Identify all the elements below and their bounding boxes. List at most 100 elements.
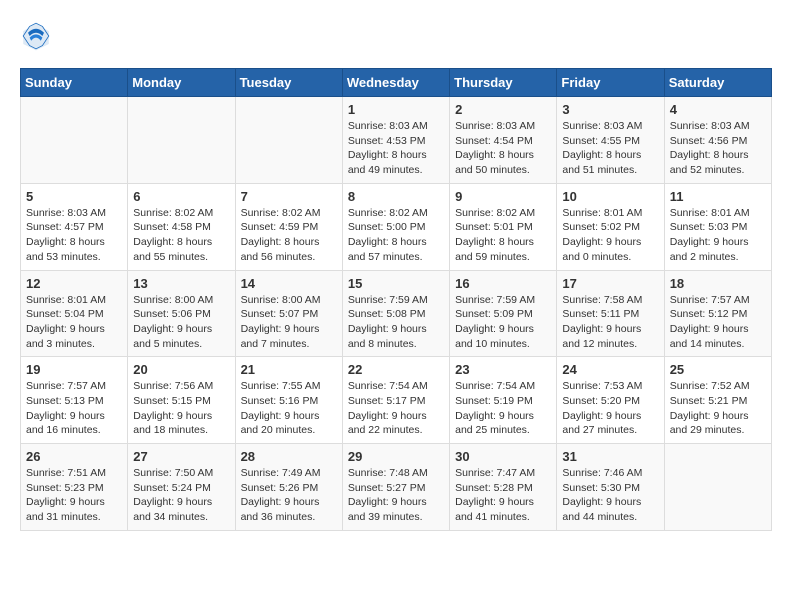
cell-content: Sunrise: 7:47 AM Sunset: 5:28 PM Dayligh… <box>455 466 551 525</box>
calendar-cell: 3 Sunrise: 8:03 AM Sunset: 4:55 PM Daylig… <box>557 97 664 184</box>
cell-content: Sunrise: 8:02 AM Sunset: 5:00 PM Dayligh… <box>348 206 444 265</box>
calendar-cell: 26Sunrise: 7:51 AM Sunset: 5:23 PM Dayli… <box>21 444 128 531</box>
calendar-cell: 11 Sunrise: 8:01 AM Sunset: 5:03 PM Dayli… <box>664 183 771 270</box>
day-number: 10 <box>562 189 658 204</box>
calendar-header-row: SundayMondayTuesdayWednesdayThursdayFrid… <box>21 69 772 97</box>
day-header-wednesday: Wednesday <box>342 69 449 97</box>
day-number: 21 <box>241 362 337 377</box>
cell-content: Sunrise: 7:46 AM Sunset: 5:30 PM Dayligh… <box>562 466 658 525</box>
calendar-cell: 31 Sunrise: 7:46 AM Sunset: 5:30 PM Dayli… <box>557 444 664 531</box>
day-number: 28 <box>241 449 337 464</box>
calendar-week-row: 12 Sunrise: 8:01 AM Sunset: 5:04 PM Dayli… <box>21 270 772 357</box>
day-number: 27 <box>133 449 229 464</box>
day-number: 13 <box>133 276 229 291</box>
logo-icon <box>20 20 52 52</box>
day-number: 7 <box>241 189 337 204</box>
calendar-cell: 18 Sunrise: 7:57 AM Sunset: 5:12 PM Dayli… <box>664 270 771 357</box>
calendar-cell: 12 Sunrise: 8:01 AM Sunset: 5:04 PM Dayli… <box>21 270 128 357</box>
calendar-cell: 10 Sunrise: 8:01 AM Sunset: 5:02 PM Dayli… <box>557 183 664 270</box>
day-number: 9 <box>455 189 551 204</box>
day-number: 15 <box>348 276 444 291</box>
calendar-cell: 13Sunrise: 8:00 AM Sunset: 5:06 PM Dayli… <box>128 270 235 357</box>
calendar-week-row: 26Sunrise: 7:51 AM Sunset: 5:23 PM Dayli… <box>21 444 772 531</box>
calendar-cell: 6 Sunrise: 8:02 AM Sunset: 4:58 PM Daylig… <box>128 183 235 270</box>
calendar-table: SundayMondayTuesdayWednesdayThursdayFrid… <box>20 68 772 531</box>
cell-content: Sunrise: 7:52 AM Sunset: 5:21 PM Dayligh… <box>670 379 766 438</box>
calendar-cell: 23 Sunrise: 7:54 AM Sunset: 5:19 PM Dayli… <box>450 357 557 444</box>
calendar-cell: 17Sunrise: 7:58 AM Sunset: 5:11 PM Dayli… <box>557 270 664 357</box>
day-number: 29 <box>348 449 444 464</box>
cell-content: Sunrise: 8:02 AM Sunset: 4:58 PM Dayligh… <box>133 206 229 265</box>
calendar-cell <box>128 97 235 184</box>
day-number: 16 <box>455 276 551 291</box>
calendar-cell: 5 Sunrise: 8:03 AM Sunset: 4:57 PM Daylig… <box>21 183 128 270</box>
calendar-cell: 2 Sunrise: 8:03 AM Sunset: 4:54 PM Daylig… <box>450 97 557 184</box>
day-number: 20 <box>133 362 229 377</box>
cell-content: Sunrise: 8:01 AM Sunset: 5:02 PM Dayligh… <box>562 206 658 265</box>
cell-content: Sunrise: 8:03 AM Sunset: 4:55 PM Dayligh… <box>562 119 658 178</box>
calendar-cell: 14Sunrise: 8:00 AM Sunset: 5:07 PM Dayli… <box>235 270 342 357</box>
calendar-week-row: 1 Sunrise: 8:03 AM Sunset: 4:53 PM Daylig… <box>21 97 772 184</box>
cell-content: Sunrise: 8:01 AM Sunset: 5:04 PM Dayligh… <box>26 293 122 352</box>
day-number: 4 <box>670 102 766 117</box>
cell-content: Sunrise: 7:57 AM Sunset: 5:12 PM Dayligh… <box>670 293 766 352</box>
day-number: 31 <box>562 449 658 464</box>
day-header-saturday: Saturday <box>664 69 771 97</box>
calendar-cell: 30 Sunrise: 7:47 AM Sunset: 5:28 PM Dayli… <box>450 444 557 531</box>
day-number: 11 <box>670 189 766 204</box>
day-number: 5 <box>26 189 122 204</box>
cell-content: Sunrise: 8:02 AM Sunset: 5:01 PM Dayligh… <box>455 206 551 265</box>
cell-content: Sunrise: 8:00 AM Sunset: 5:07 PM Dayligh… <box>241 293 337 352</box>
day-number: 19 <box>26 362 122 377</box>
day-number: 1 <box>348 102 444 117</box>
page-header <box>20 20 772 52</box>
cell-content: Sunrise: 8:03 AM Sunset: 4:53 PM Dayligh… <box>348 119 444 178</box>
calendar-cell: 8 Sunrise: 8:02 AM Sunset: 5:00 PM Daylig… <box>342 183 449 270</box>
day-number: 24 <box>562 362 658 377</box>
cell-content: Sunrise: 7:51 AM Sunset: 5:23 PM Dayligh… <box>26 466 122 525</box>
day-number: 18 <box>670 276 766 291</box>
day-number: 30 <box>455 449 551 464</box>
cell-content: Sunrise: 7:56 AM Sunset: 5:15 PM Dayligh… <box>133 379 229 438</box>
logo <box>20 20 56 52</box>
cell-content: Sunrise: 7:59 AM Sunset: 5:08 PM Dayligh… <box>348 293 444 352</box>
day-number: 8 <box>348 189 444 204</box>
calendar-cell: 29 Sunrise: 7:48 AM Sunset: 5:27 PM Dayli… <box>342 444 449 531</box>
cell-content: Sunrise: 8:03 AM Sunset: 4:57 PM Dayligh… <box>26 206 122 265</box>
day-number: 22 <box>348 362 444 377</box>
cell-content: Sunrise: 8:03 AM Sunset: 4:54 PM Dayligh… <box>455 119 551 178</box>
calendar-cell: 25 Sunrise: 7:52 AM Sunset: 5:21 PM Dayli… <box>664 357 771 444</box>
calendar-cell: 28 Sunrise: 7:49 AM Sunset: 5:26 PM Dayli… <box>235 444 342 531</box>
calendar-week-row: 5 Sunrise: 8:03 AM Sunset: 4:57 PM Daylig… <box>21 183 772 270</box>
calendar-cell: 21Sunrise: 7:55 AM Sunset: 5:16 PM Dayli… <box>235 357 342 444</box>
calendar-cell: 19 Sunrise: 7:57 AM Sunset: 5:13 PM Dayli… <box>21 357 128 444</box>
calendar-cell: 24 Sunrise: 7:53 AM Sunset: 5:20 PM Dayli… <box>557 357 664 444</box>
calendar-cell: 27 Sunrise: 7:50 AM Sunset: 5:24 PM Dayli… <box>128 444 235 531</box>
day-number: 25 <box>670 362 766 377</box>
cell-content: Sunrise: 8:01 AM Sunset: 5:03 PM Dayligh… <box>670 206 766 265</box>
calendar-cell: 9 Sunrise: 8:02 AM Sunset: 5:01 PM Daylig… <box>450 183 557 270</box>
calendar-cell: 20 Sunrise: 7:56 AM Sunset: 5:15 PM Dayli… <box>128 357 235 444</box>
calendar-cell: 1 Sunrise: 8:03 AM Sunset: 4:53 PM Daylig… <box>342 97 449 184</box>
calendar-week-row: 19 Sunrise: 7:57 AM Sunset: 5:13 PM Dayli… <box>21 357 772 444</box>
day-number: 6 <box>133 189 229 204</box>
calendar-cell <box>664 444 771 531</box>
cell-content: Sunrise: 7:48 AM Sunset: 5:27 PM Dayligh… <box>348 466 444 525</box>
day-number: 12 <box>26 276 122 291</box>
day-header-friday: Friday <box>557 69 664 97</box>
calendar-cell: 4Sunrise: 8:03 AM Sunset: 4:56 PM Daylig… <box>664 97 771 184</box>
day-number: 17 <box>562 276 658 291</box>
day-number: 23 <box>455 362 551 377</box>
cell-content: Sunrise: 7:59 AM Sunset: 5:09 PM Dayligh… <box>455 293 551 352</box>
calendar-cell <box>235 97 342 184</box>
cell-content: Sunrise: 7:53 AM Sunset: 5:20 PM Dayligh… <box>562 379 658 438</box>
day-number: 2 <box>455 102 551 117</box>
day-number: 3 <box>562 102 658 117</box>
calendar-cell <box>21 97 128 184</box>
cell-content: Sunrise: 7:50 AM Sunset: 5:24 PM Dayligh… <box>133 466 229 525</box>
cell-content: Sunrise: 8:02 AM Sunset: 4:59 PM Dayligh… <box>241 206 337 265</box>
cell-content: Sunrise: 7:54 AM Sunset: 5:19 PM Dayligh… <box>455 379 551 438</box>
cell-content: Sunrise: 7:49 AM Sunset: 5:26 PM Dayligh… <box>241 466 337 525</box>
cell-content: Sunrise: 7:54 AM Sunset: 5:17 PM Dayligh… <box>348 379 444 438</box>
cell-content: Sunrise: 7:57 AM Sunset: 5:13 PM Dayligh… <box>26 379 122 438</box>
